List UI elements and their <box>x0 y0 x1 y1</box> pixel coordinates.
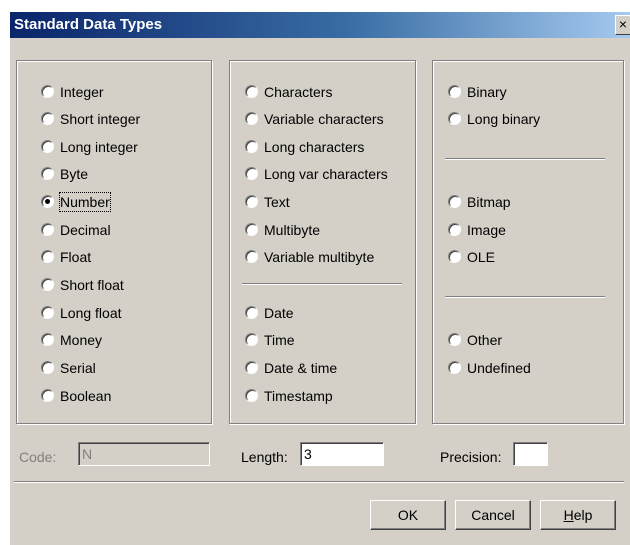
close-button[interactable]: × <box>615 15 630 35</box>
precision-label: Precision: <box>440 449 502 465</box>
cancel-button-label: Cancel <box>471 507 515 523</box>
radio-button-icon <box>448 195 461 208</box>
length-label: Length: <box>241 449 288 465</box>
radio-button-icon <box>41 333 54 346</box>
code-field: N <box>78 442 210 466</box>
separator <box>242 283 402 285</box>
radio-button-icon <box>245 167 258 180</box>
radio-button-icon <box>41 389 54 402</box>
radio-button-icon <box>245 223 258 236</box>
code-label: Code: <box>19 449 57 465</box>
separator <box>14 481 624 483</box>
radio-button-icon <box>245 250 258 263</box>
radio-button-icon <box>245 306 258 319</box>
radio-button-icon <box>245 195 258 208</box>
radio-button-icon <box>41 361 54 374</box>
radio-button-icon <box>245 140 258 153</box>
standard-data-types-dialog: Standard Data Types × Integer Short inte… <box>9 11 630 545</box>
dialog-title: Standard Data Types <box>14 16 163 33</box>
radio-button-icon <box>41 167 54 180</box>
radio-button-icon <box>245 85 258 98</box>
radio-button-icon <box>245 361 258 374</box>
separator <box>445 296 605 298</box>
ok-button[interactable]: OK <box>370 500 446 530</box>
radio-button-icon <box>245 333 258 346</box>
radio-button-icon <box>448 85 461 98</box>
radio-button-icon <box>448 333 461 346</box>
radio-button-icon <box>41 250 54 263</box>
radio-button-icon <box>245 389 258 402</box>
radio-button-icon <box>41 85 54 98</box>
ok-button-label: OK <box>397 507 419 523</box>
close-icon: × <box>618 16 628 32</box>
separator <box>445 158 605 160</box>
radio-button-icon <box>41 223 54 236</box>
help-button-mnemonic: H <box>563 507 574 523</box>
radio-button-icon <box>41 140 54 153</box>
radio-button-icon <box>448 223 461 236</box>
help-button-label: elp <box>573 507 593 523</box>
length-field[interactable]: 3 <box>300 442 384 466</box>
radio-button-icon <box>41 306 54 319</box>
radio-button-icon <box>448 112 461 125</box>
title-bar: Standard Data Types × <box>10 12 630 38</box>
cancel-button[interactable]: Cancel <box>455 500 531 530</box>
radio-button-icon <box>245 112 258 125</box>
radio-button-selected-icon <box>41 195 54 208</box>
radio-button-icon <box>41 112 54 125</box>
radio-button-icon <box>41 278 54 291</box>
help-button[interactable]: Help <box>540 500 616 530</box>
radio-button-icon <box>448 361 461 374</box>
precision-field[interactable] <box>513 442 548 466</box>
radio-button-icon <box>448 250 461 263</box>
